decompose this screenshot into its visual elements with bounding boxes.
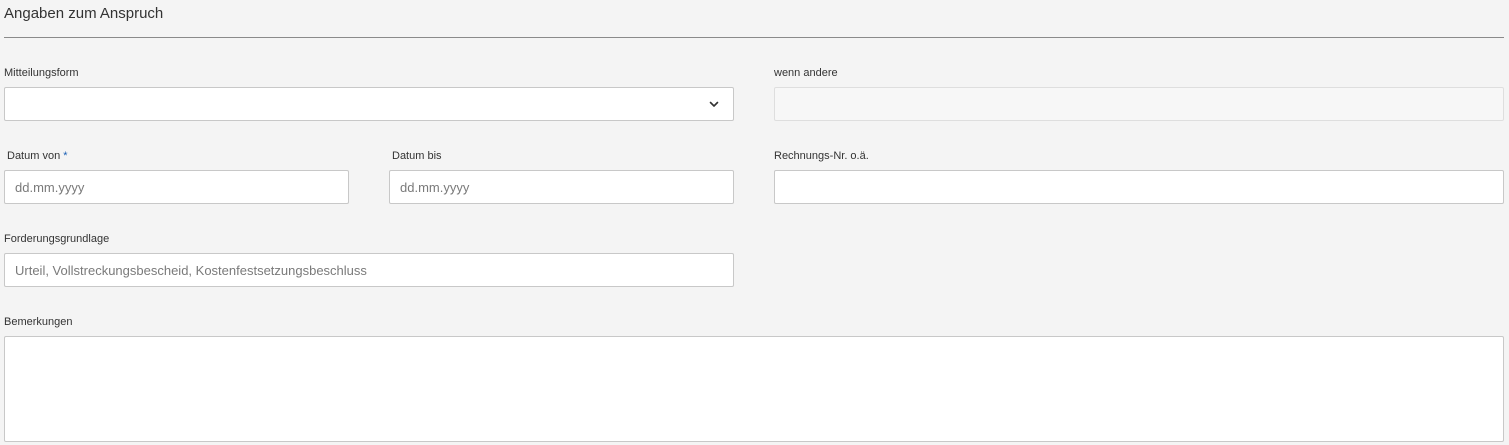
required-marker: * <box>63 150 68 162</box>
datum-von-label-text: Datum von <box>7 150 61 162</box>
section-divider <box>4 37 1504 38</box>
forderungsgrundlage-label: Forderungsgrundlage <box>4 233 110 245</box>
rechnungs-nr-input[interactable] <box>774 170 1504 204</box>
mitteilungsform-select[interactable] <box>4 87 734 121</box>
rechnungs-nr-label: Rechnungs-Nr. o.ä. <box>774 150 869 162</box>
bemerkungen-label: Bemerkungen <box>4 316 73 328</box>
datum-bis-input[interactable] <box>389 170 734 204</box>
bemerkungen-textarea[interactable] <box>4 336 1504 442</box>
mitteilungsform-label: Mitteilungsform <box>4 67 79 79</box>
claim-details-section: Angaben zum Anspruch Mitteilungsform wen… <box>0 0 1509 445</box>
wenn-andere-input[interactable] <box>774 87 1504 121</box>
datum-von-input[interactable] <box>4 170 349 204</box>
datum-von-label: Datum von * <box>7 150 67 162</box>
datum-bis-label: Datum bis <box>392 150 442 162</box>
wenn-andere-label: wenn andere <box>774 67 838 79</box>
section-title: Angaben zum Anspruch <box>4 5 164 22</box>
forderungsgrundlage-input[interactable] <box>4 253 734 287</box>
